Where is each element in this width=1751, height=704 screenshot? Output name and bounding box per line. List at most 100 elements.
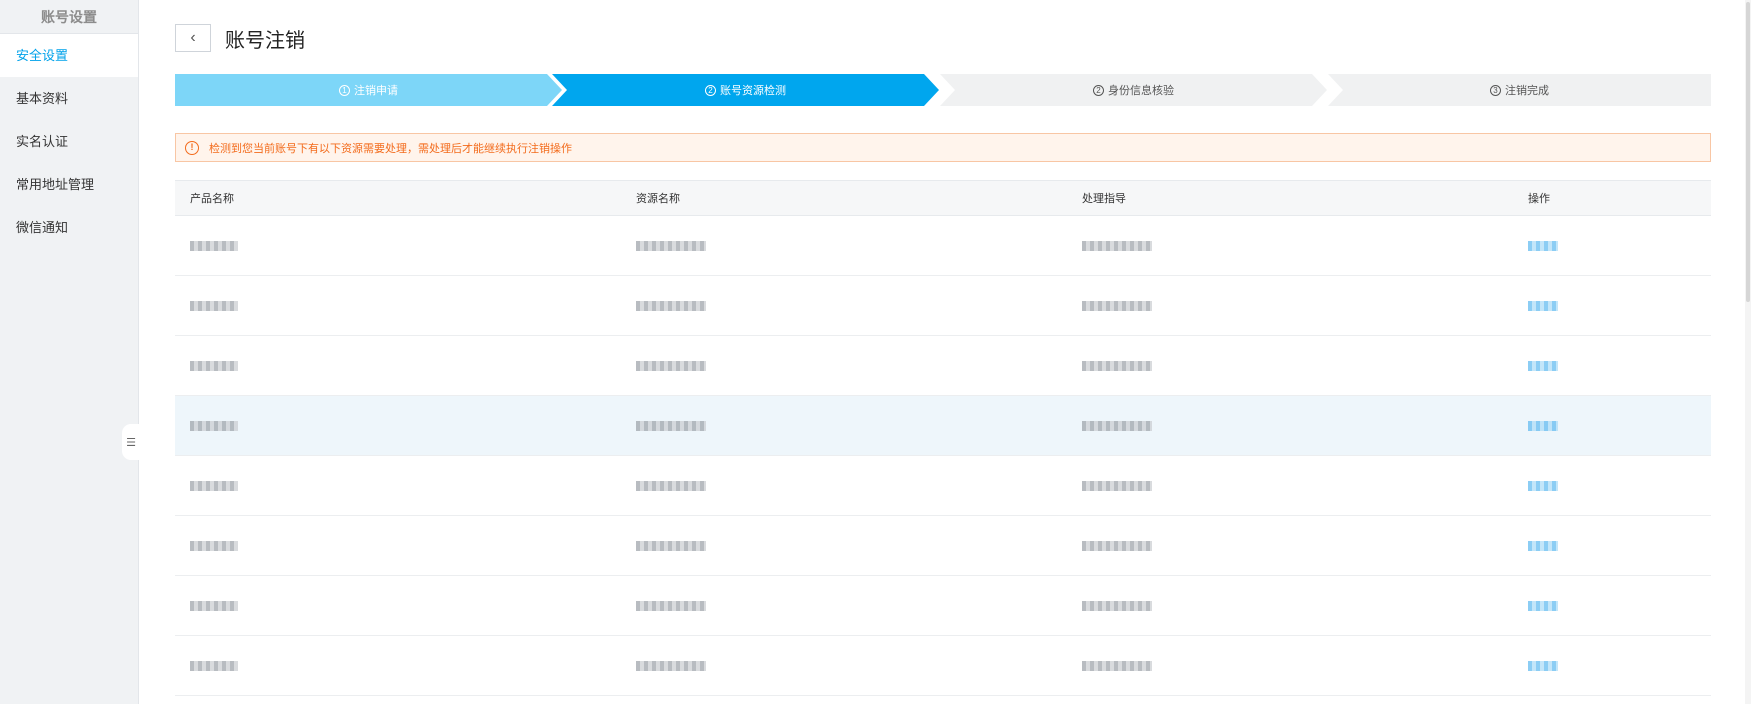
cell-product	[175, 456, 621, 515]
redacted-content	[190, 480, 238, 491]
redacted-content	[1082, 600, 1152, 611]
step-progress: 1 注销申请 2 账号资源检测 2 身份信息核验 3 注销完成	[175, 74, 1711, 106]
step-apply: 1 注销申请	[175, 74, 562, 106]
step-number: 2	[705, 84, 716, 96]
redacted-content	[190, 660, 238, 671]
table-row	[175, 216, 1711, 276]
cell-action[interactable]	[1513, 216, 1711, 275]
step-number: 1	[339, 84, 350, 96]
sidebar: 账号设置 安全设置 基本资料 实名认证 常用地址管理 微信通知 ☰	[0, 0, 140, 704]
resource-table: 产品名称 资源名称 处理指导 操作	[175, 180, 1711, 696]
redacted-content	[1082, 480, 1152, 491]
cell-guidance	[1067, 276, 1513, 335]
column-header-guidance: 处理指导	[1082, 193, 1126, 205]
cell-product	[175, 636, 621, 695]
table-row	[175, 636, 1711, 696]
redacted-content	[1528, 300, 1558, 311]
table-body	[175, 216, 1711, 696]
warning-circle-icon: !	[185, 140, 199, 155]
table-row	[175, 576, 1711, 636]
redacted-content	[1528, 660, 1558, 671]
table-row	[175, 456, 1711, 516]
redacted-content	[190, 420, 238, 431]
sidebar-item-profile[interactable]: 基本资料	[0, 77, 138, 120]
page-scrollbar[interactable]	[1745, 0, 1751, 704]
redacted-content	[190, 360, 238, 371]
sidebar-item-wechat[interactable]: 微信通知	[0, 206, 138, 249]
redacted-content	[1528, 420, 1558, 431]
redacted-content	[190, 300, 238, 311]
sidebar-item-security[interactable]: 安全设置	[0, 34, 138, 77]
cell-action[interactable]	[1513, 516, 1711, 575]
step-label: 账号资源检测	[720, 85, 786, 97]
step-complete: 3 注销完成	[1328, 74, 1711, 106]
sidebar-item-addresses[interactable]: 常用地址管理	[0, 163, 138, 206]
cell-guidance	[1067, 216, 1513, 275]
cell-product	[175, 516, 621, 575]
cell-resource	[621, 396, 1067, 455]
cell-resource	[621, 456, 1067, 515]
redacted-content	[636, 360, 706, 371]
cell-product	[175, 216, 621, 275]
scroll-thumb[interactable]	[1746, 2, 1750, 302]
step-label: 身份信息核验	[1108, 85, 1174, 97]
cell-guidance	[1067, 516, 1513, 575]
page-header: ‹ 账号注销	[175, 24, 305, 52]
cell-action[interactable]	[1513, 336, 1711, 395]
cell-product	[175, 276, 621, 335]
step-label: 注销申请	[354, 85, 398, 97]
cell-action[interactable]	[1513, 576, 1711, 635]
table-row	[175, 336, 1711, 396]
redacted-content	[1528, 480, 1558, 491]
redacted-content	[636, 420, 706, 431]
chevron-left-icon: ‹	[190, 29, 196, 46]
cell-guidance	[1067, 576, 1513, 635]
cell-product	[175, 576, 621, 635]
warning-alert: ! 检测到您当前账号下有以下资源需要处理，需处理后才能继续执行注销操作	[175, 133, 1711, 162]
redacted-content	[190, 540, 238, 551]
cell-resource	[621, 516, 1067, 575]
cell-guidance	[1067, 396, 1513, 455]
redacted-content	[1082, 300, 1152, 311]
redacted-content	[1082, 420, 1152, 431]
sidebar-item-real-name[interactable]: 实名认证	[0, 120, 138, 163]
cell-action[interactable]	[1513, 456, 1711, 515]
table-row	[175, 396, 1711, 456]
cell-resource	[621, 336, 1067, 395]
step-identity-verify: 2 身份信息核验	[940, 74, 1327, 106]
redacted-content	[636, 240, 706, 251]
redacted-content	[1082, 540, 1152, 551]
redacted-content	[636, 600, 706, 611]
sidebar-title: 账号设置	[0, 0, 138, 34]
page-title: 账号注销	[225, 29, 305, 52]
step-number: 3	[1490, 84, 1501, 96]
cell-resource	[621, 576, 1067, 635]
redacted-content	[1528, 540, 1558, 551]
redacted-content	[636, 480, 706, 491]
cell-guidance	[1067, 456, 1513, 515]
redacted-content	[1082, 660, 1152, 671]
cell-resource	[621, 636, 1067, 695]
column-header-resource: 资源名称	[636, 193, 680, 205]
table-row	[175, 516, 1711, 576]
redacted-content	[1528, 360, 1558, 371]
redacted-content	[1082, 240, 1152, 251]
redacted-content	[1528, 240, 1558, 251]
cell-action[interactable]	[1513, 636, 1711, 695]
cell-guidance	[1067, 636, 1513, 695]
redacted-content	[1528, 600, 1558, 611]
list-collapse-icon[interactable]: ☰	[122, 424, 140, 460]
step-resource-check: 2 账号资源检测	[552, 74, 939, 106]
cell-action[interactable]	[1513, 396, 1711, 455]
cell-action[interactable]	[1513, 276, 1711, 335]
column-header-product: 产品名称	[190, 193, 234, 205]
alert-text: 检测到您当前账号下有以下资源需要处理，需处理后才能继续执行注销操作	[209, 142, 572, 155]
redacted-content	[636, 660, 706, 671]
redacted-content	[190, 600, 238, 611]
cell-resource	[621, 216, 1067, 275]
step-label: 注销完成	[1505, 85, 1549, 97]
cell-guidance	[1067, 336, 1513, 395]
cell-product	[175, 336, 621, 395]
back-button[interactable]: ‹	[175, 24, 211, 52]
table-header: 产品名称 资源名称 处理指导 操作	[175, 180, 1711, 216]
